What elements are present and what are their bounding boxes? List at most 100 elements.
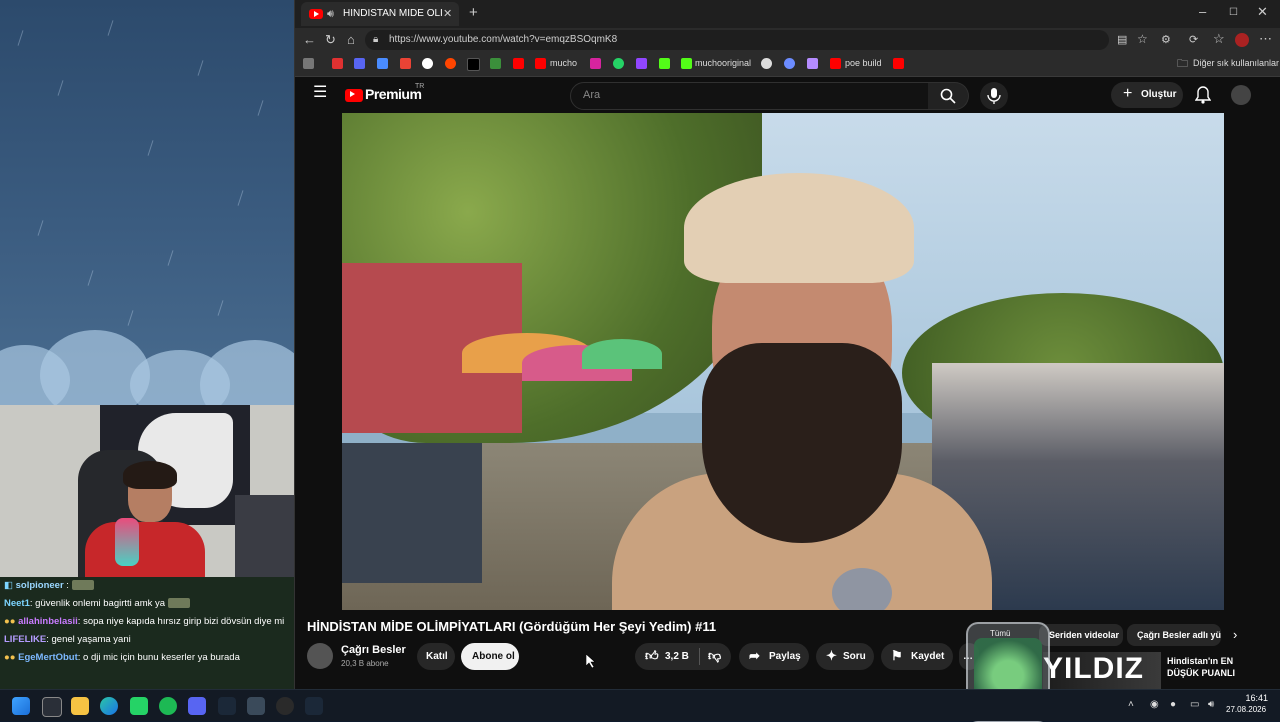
- notifications-bell-icon[interactable]: [1195, 86, 1211, 104]
- maximize-icon[interactable]: ☐: [1229, 6, 1238, 20]
- share-button[interactable]: ➦ Paylaş: [739, 643, 809, 670]
- recommended-title[interactable]: Hindistan'ın EN DÜŞÜK PUANLI: [1167, 655, 1267, 679]
- browser-window: 🔊︎ HİNDİSTAN MİDE OLİMPİYATL ✕ + – ☐ ✕ ←…: [294, 0, 1280, 690]
- mouse-cursor-icon: [586, 654, 596, 668]
- url-field[interactable]: 🔒︎ https://www.youtube.com/watch?v=emqzB…: [365, 30, 1148, 50]
- back-icon[interactable]: ←: [303, 33, 316, 47]
- recommended-thumbnail[interactable]: YILDIZ: [1043, 652, 1161, 690]
- obs-icon[interactable]: [276, 697, 294, 715]
- lock-icon[interactable]: 🔒︎: [373, 33, 378, 47]
- chat-message: ●● allahinbelasii: sopa niye kapıda hırs…: [4, 616, 285, 627]
- webcam-feed: [0, 405, 303, 577]
- discord-icon[interactable]: [354, 58, 365, 69]
- like-icon[interactable]: 👍︎: [645, 649, 659, 663]
- discord-icon[interactable]: [188, 697, 206, 715]
- clock-time[interactable]: 16:41: [1230, 693, 1268, 703]
- tab-youtube[interactable]: 🔊︎ HİNDİSTAN MİDE OLİMPİYATL ✕: [301, 2, 459, 26]
- youtube-icon[interactable]: [830, 58, 841, 69]
- channel-name[interactable]: Çağrı Besler: [341, 644, 406, 656]
- tray-chevron-icon[interactable]: ˄: [1128, 699, 1134, 710]
- volume-icon[interactable]: 🔊︎: [1208, 699, 1214, 710]
- other-bookmarks-label[interactable]: Diğer sık kullanılanlar: [1193, 58, 1279, 68]
- profile-sync-icon[interactable]: ⟳: [1189, 33, 1198, 47]
- steam-icon[interactable]: [218, 697, 236, 715]
- favorite-star-icon[interactable]: ☆: [1137, 32, 1148, 46]
- ask-button[interactable]: ✦ Soru: [816, 643, 874, 670]
- new-tab-icon[interactable]: +: [469, 5, 478, 20]
- app-icon[interactable]: [247, 697, 265, 715]
- voice-search-button[interactable]: [980, 82, 1008, 110]
- channel-avatar[interactable]: [307, 643, 333, 669]
- menu-dots-icon[interactable]: ⋯: [1259, 32, 1272, 46]
- region-code: TR: [415, 83, 425, 90]
- edge-icon[interactable]: [100, 697, 118, 715]
- bookmark-icon[interactable]: [303, 58, 314, 69]
- youtube-icon[interactable]: [535, 58, 546, 69]
- reddit-icon[interactable]: [445, 58, 456, 69]
- minimize-icon[interactable]: –: [1199, 5, 1206, 19]
- twitch-icon[interactable]: [636, 58, 647, 69]
- youtube-logo-text[interactable]: Premium: [365, 86, 422, 102]
- youtube-icon[interactable]: [893, 58, 904, 69]
- network-icon[interactable]: ◉: [1150, 699, 1159, 710]
- search-box[interactable]: Ara: [570, 82, 930, 110]
- favorites-icon[interactable]: ☆: [1213, 32, 1225, 46]
- dislike-icon[interactable]: 👎︎: [708, 649, 721, 663]
- bookmark-label[interactable]: mucho: [550, 58, 577, 68]
- bookmark-label[interactable]: muchooriginal: [695, 58, 751, 68]
- google-icon[interactable]: [422, 58, 433, 69]
- bookmark-icon[interactable]: [377, 58, 388, 69]
- speaker-icon[interactable]: 🔊︎: [327, 7, 334, 21]
- youtube-icon[interactable]: [513, 58, 524, 69]
- chip-series[interactable]: Seriden videolar: [1039, 624, 1123, 646]
- display-icon[interactable]: ▭: [1190, 699, 1199, 710]
- whatsapp-icon[interactable]: [613, 58, 624, 69]
- address-bar-row: ← ↻ ⌂ 🔒︎ https://www.youtube.com/watch?v…: [295, 28, 1280, 52]
- file-explorer-icon[interactable]: [71, 697, 89, 715]
- spotify-icon[interactable]: [159, 697, 177, 715]
- bookmark-icon[interactable]: [761, 58, 772, 69]
- join-button[interactable]: Katıl: [417, 643, 455, 670]
- x-icon[interactable]: [467, 58, 480, 71]
- video-player[interactable]: [342, 113, 1224, 610]
- bookmark-icon[interactable]: [490, 58, 501, 69]
- save-button[interactable]: ⚑ Kaydet: [881, 643, 953, 670]
- bookmark-label[interactable]: poe build: [845, 58, 882, 68]
- kick-icon[interactable]: [659, 58, 670, 69]
- youtube-logo-icon[interactable]: [345, 89, 363, 102]
- gmail-icon[interactable]: [400, 58, 411, 69]
- instagram-icon[interactable]: [590, 58, 601, 69]
- account-avatar[interactable]: [1231, 85, 1251, 105]
- task-view-icon[interactable]: [42, 697, 62, 717]
- like-dislike-group: 👍︎ 3,2 B 👎︎: [635, 643, 731, 670]
- microphone-icon: [987, 88, 1001, 104]
- clock-date[interactable]: 27.08.2026: [1226, 705, 1266, 714]
- reader-icon[interactable]: ▤: [1117, 33, 1127, 47]
- kick-icon[interactable]: [681, 58, 692, 69]
- youtube-favicon-icon: [309, 9, 323, 19]
- chevron-right-icon[interactable]: ›: [1233, 628, 1237, 642]
- extensions-icon[interactable]: ⚙: [1161, 33, 1171, 47]
- hamburger-menu-icon[interactable]: ☰: [313, 85, 327, 101]
- bookmark-icon[interactable]: [332, 58, 343, 69]
- whatsapp-icon[interactable]: [130, 697, 148, 715]
- subscribe-button[interactable]: Abone ol: [461, 643, 519, 670]
- tab-title: HİNDİSTAN MİDE OLİMPİYATL: [343, 8, 443, 19]
- sparkle-icon: ✦: [826, 648, 837, 663]
- bookmark-icon[interactable]: [784, 58, 795, 69]
- folder-icon[interactable]: 🗀︎: [1177, 57, 1188, 71]
- like-count[interactable]: 3,2 B: [665, 651, 689, 662]
- create-button[interactable]: + Oluştur: [1111, 82, 1183, 108]
- steam-icon[interactable]: [305, 697, 323, 715]
- close-tab-icon[interactable]: ✕: [443, 7, 452, 21]
- chat-message: Neet1: güvenlik onlemi bagirtti amk ya: [4, 598, 191, 609]
- profile-avatar[interactable]: [1235, 33, 1249, 47]
- search-button[interactable]: [928, 82, 969, 110]
- home-icon[interactable]: ⌂: [347, 33, 355, 47]
- reload-icon[interactable]: ↻: [325, 33, 336, 47]
- close-window-icon[interactable]: ✕: [1257, 5, 1268, 19]
- microphone-tray-icon[interactable]: ●: [1170, 699, 1176, 710]
- bookmark-icon[interactable]: [807, 58, 818, 69]
- start-icon[interactable]: [12, 697, 30, 715]
- chip-channel[interactable]: Çağrı Besler adlı yük: [1127, 624, 1221, 646]
